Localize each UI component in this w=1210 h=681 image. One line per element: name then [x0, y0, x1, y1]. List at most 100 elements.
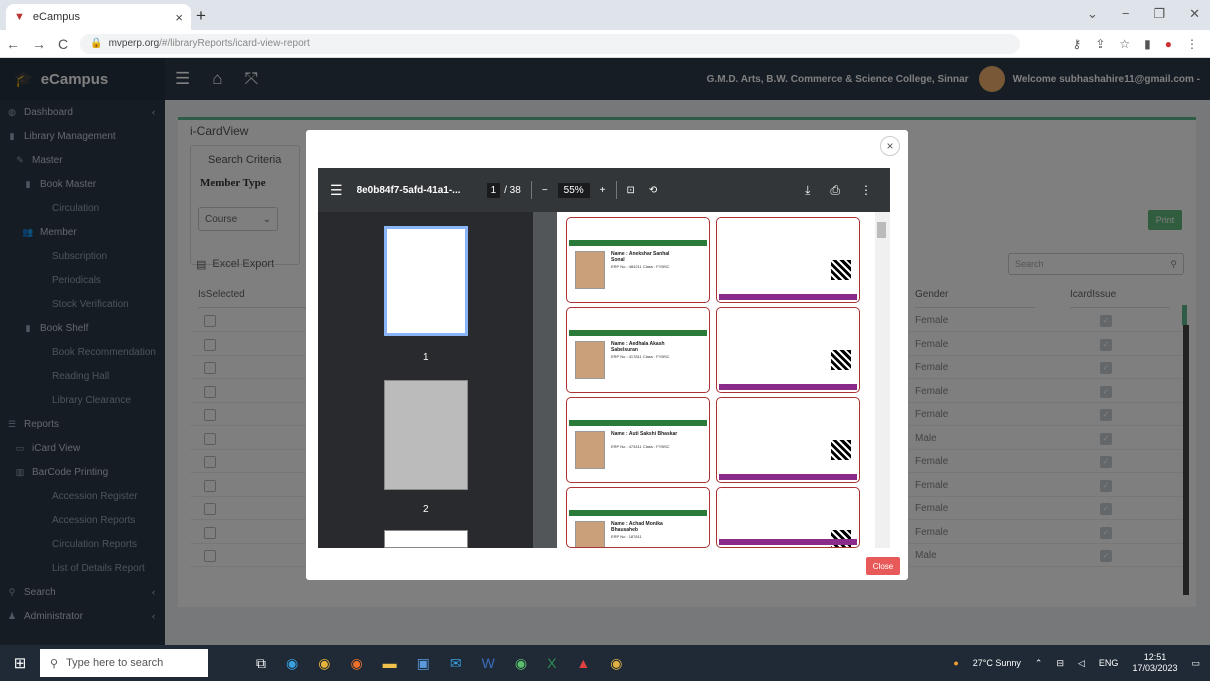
zoom-out-icon[interactable]: − — [542, 185, 548, 196]
thumbnail-label: 1 — [423, 352, 429, 363]
student-photo — [575, 251, 605, 289]
student-photo — [575, 341, 605, 379]
star-icon[interactable]: ☆ — [1119, 37, 1130, 51]
reload-icon[interactable]: C — [58, 36, 68, 52]
edge-icon[interactable]: ◉ — [286, 655, 298, 672]
profile-icon[interactable]: ● — [1165, 37, 1172, 51]
qr-code — [831, 440, 851, 460]
minimize-icon[interactable]: − — [1122, 6, 1130, 22]
url-domain: mvperp.org — [108, 38, 160, 49]
print-icon[interactable]: ⎙ — [830, 183, 840, 198]
key-icon[interactable]: ⚷ — [1073, 37, 1082, 51]
new-tab-button[interactable]: + — [196, 6, 206, 26]
rotate-icon[interactable]: ⟲ — [649, 185, 657, 196]
chrome-active-icon[interactable]: ◉ — [610, 655, 622, 672]
forward-icon[interactable]: → — [32, 36, 46, 52]
pdf-scrollbar[interactable] — [875, 212, 890, 548]
browser-tab[interactable]: ▼ eCampus × — [6, 4, 191, 30]
store-icon[interactable]: ▣ — [417, 655, 430, 672]
close-button[interactable]: Close — [866, 557, 900, 575]
id-card-band — [569, 510, 707, 516]
id-card-name: Name : Aedhala Akash Sabelsuran — [611, 341, 665, 353]
back-icon[interactable]: ← — [6, 36, 20, 52]
thumbnail-label: 2 — [423, 504, 429, 515]
more-icon[interactable]: ⋮ — [860, 183, 872, 198]
menu-icon[interactable]: ☰ — [330, 182, 343, 199]
id-card-front: Name : Achad Monika Bhausaheb ERP No : 18… — [566, 487, 710, 548]
chrome-icon[interactable]: ◉ — [318, 655, 330, 672]
taskview-icon[interactable]: ⧉ — [256, 655, 266, 672]
id-card-front: Name : Auti Sakshi Bhaskar ERP No : 47341… — [566, 397, 710, 483]
toolbar-divider — [615, 181, 617, 199]
zoom-level[interactable]: 55% — [557, 182, 590, 198]
pdf-toolbar: ☰ 8e0b84f7-5afd-41a1-... 1 / 38 − 55% + … — [318, 168, 890, 212]
id-card-info: ERP No : 484211 Class : FYBSC — [611, 264, 670, 269]
weather-text[interactable]: 27°C Sunny — [973, 658, 1021, 668]
tab-title: eCampus — [32, 11, 80, 23]
page-number-input[interactable]: 1 — [486, 182, 501, 198]
excel-icon[interactable]: X — [547, 655, 556, 672]
pdf-scroll-thumb[interactable] — [877, 222, 886, 238]
id-card-front: Name : Anekshar Sanhal Sonal ERP No : 484… — [566, 217, 710, 303]
id-card-header — [569, 400, 707, 418]
speaker-icon[interactable]: ◁ — [1078, 658, 1085, 669]
id-card-front: Name : Aedhala Akash Sabelsuran ERP No : … — [566, 307, 710, 393]
fit-page-icon[interactable]: ⊡ — [627, 185, 635, 196]
id-card-info: ERP No : 473411 Class : FYBSC — [611, 444, 670, 449]
firefox-icon[interactable]: ◉ — [350, 655, 362, 672]
id-card-info: ERP No : 187811 — [611, 534, 642, 539]
id-card-header — [569, 310, 707, 328]
modal-close-icon[interactable]: × — [880, 136, 900, 156]
windows-start-icon[interactable]: ⊞ — [0, 654, 40, 672]
network-icon[interactable]: ⊟ — [1056, 658, 1064, 669]
zoom-in-icon[interactable]: + — [600, 185, 606, 196]
id-card-info: ERP No : 417811 Class : FYBSC — [611, 354, 670, 359]
acrobat-icon[interactable]: ▲ — [576, 655, 590, 672]
word-icon[interactable]: W — [482, 655, 495, 672]
chevron-down-icon[interactable]: ⌄ — [1087, 6, 1098, 22]
chrome-app-icon[interactable]: ◉ — [515, 655, 527, 672]
id-card-band — [569, 420, 707, 426]
url-field[interactable]: 🔒 mvperp.org/#/libraryReports/icard-view… — [80, 33, 1021, 54]
folder-icon[interactable]: ▬ — [383, 655, 397, 672]
language-label[interactable]: ENG — [1099, 658, 1119, 668]
favicon-icon: ▼ — [14, 11, 25, 23]
address-bar: ← → C 🔒 mvperp.org/#/libraryReports/icar… — [0, 30, 1210, 58]
taskbar: ⊞ ⚲ Type here to search ⧉ ◉ ◉ ◉ ▬ ▣ ✉ W … — [0, 645, 1210, 681]
student-photo — [575, 431, 605, 469]
search-icon: ⚲ — [50, 657, 59, 670]
qr-code — [831, 350, 851, 370]
close-tab-icon[interactable]: × — [175, 10, 183, 25]
close-window-icon[interactable]: ✕ — [1189, 6, 1200, 22]
id-card-footer-band — [719, 294, 857, 300]
share-icon[interactable]: ⇪ — [1095, 37, 1105, 51]
id-card-name: Name : Achad Monika Bhausaheb — [611, 521, 663, 533]
chevron-up-icon[interactable]: ⌃ — [1035, 658, 1043, 669]
id-card-back — [716, 397, 860, 483]
id-card-header — [569, 490, 707, 508]
id-card-band — [569, 330, 707, 336]
page-thumbnail-2[interactable] — [384, 380, 468, 490]
clock[interactable]: 12:51 17/03/2023 — [1132, 652, 1177, 674]
clock-time: 12:51 — [1143, 652, 1167, 662]
taskbar-search[interactable]: ⚲ Type here to search — [40, 649, 208, 677]
id-card-name: Name : Auti Sakshi Bhaskar — [611, 431, 678, 437]
download-icon[interactable]: ⤓ — [805, 183, 810, 198]
id-card-band — [569, 240, 707, 246]
restore-icon[interactable]: ❐ — [1153, 6, 1165, 22]
id-card-footer-band — [719, 474, 857, 480]
id-card-footer-band — [719, 384, 857, 390]
url-path: /#/libraryReports/icard-view-report — [159, 38, 310, 49]
id-card-back — [716, 307, 860, 393]
id-card-back — [716, 487, 860, 548]
page-thumbnail-1[interactable] — [384, 226, 468, 336]
sidepanel-icon[interactable]: ▮ — [1144, 37, 1151, 51]
id-card-footer-band — [719, 539, 857, 545]
page-thumbnail-3[interactable] — [384, 530, 468, 548]
taskbar-search-placeholder: Type here to search — [66, 657, 164, 669]
notifications-icon[interactable]: ▭ — [1191, 658, 1200, 669]
qr-code — [831, 260, 851, 280]
clock-date: 17/03/2023 — [1132, 663, 1178, 673]
kebab-menu-icon[interactable]: ⋮ — [1186, 37, 1198, 51]
mail-icon[interactable]: ✉ — [450, 655, 462, 672]
